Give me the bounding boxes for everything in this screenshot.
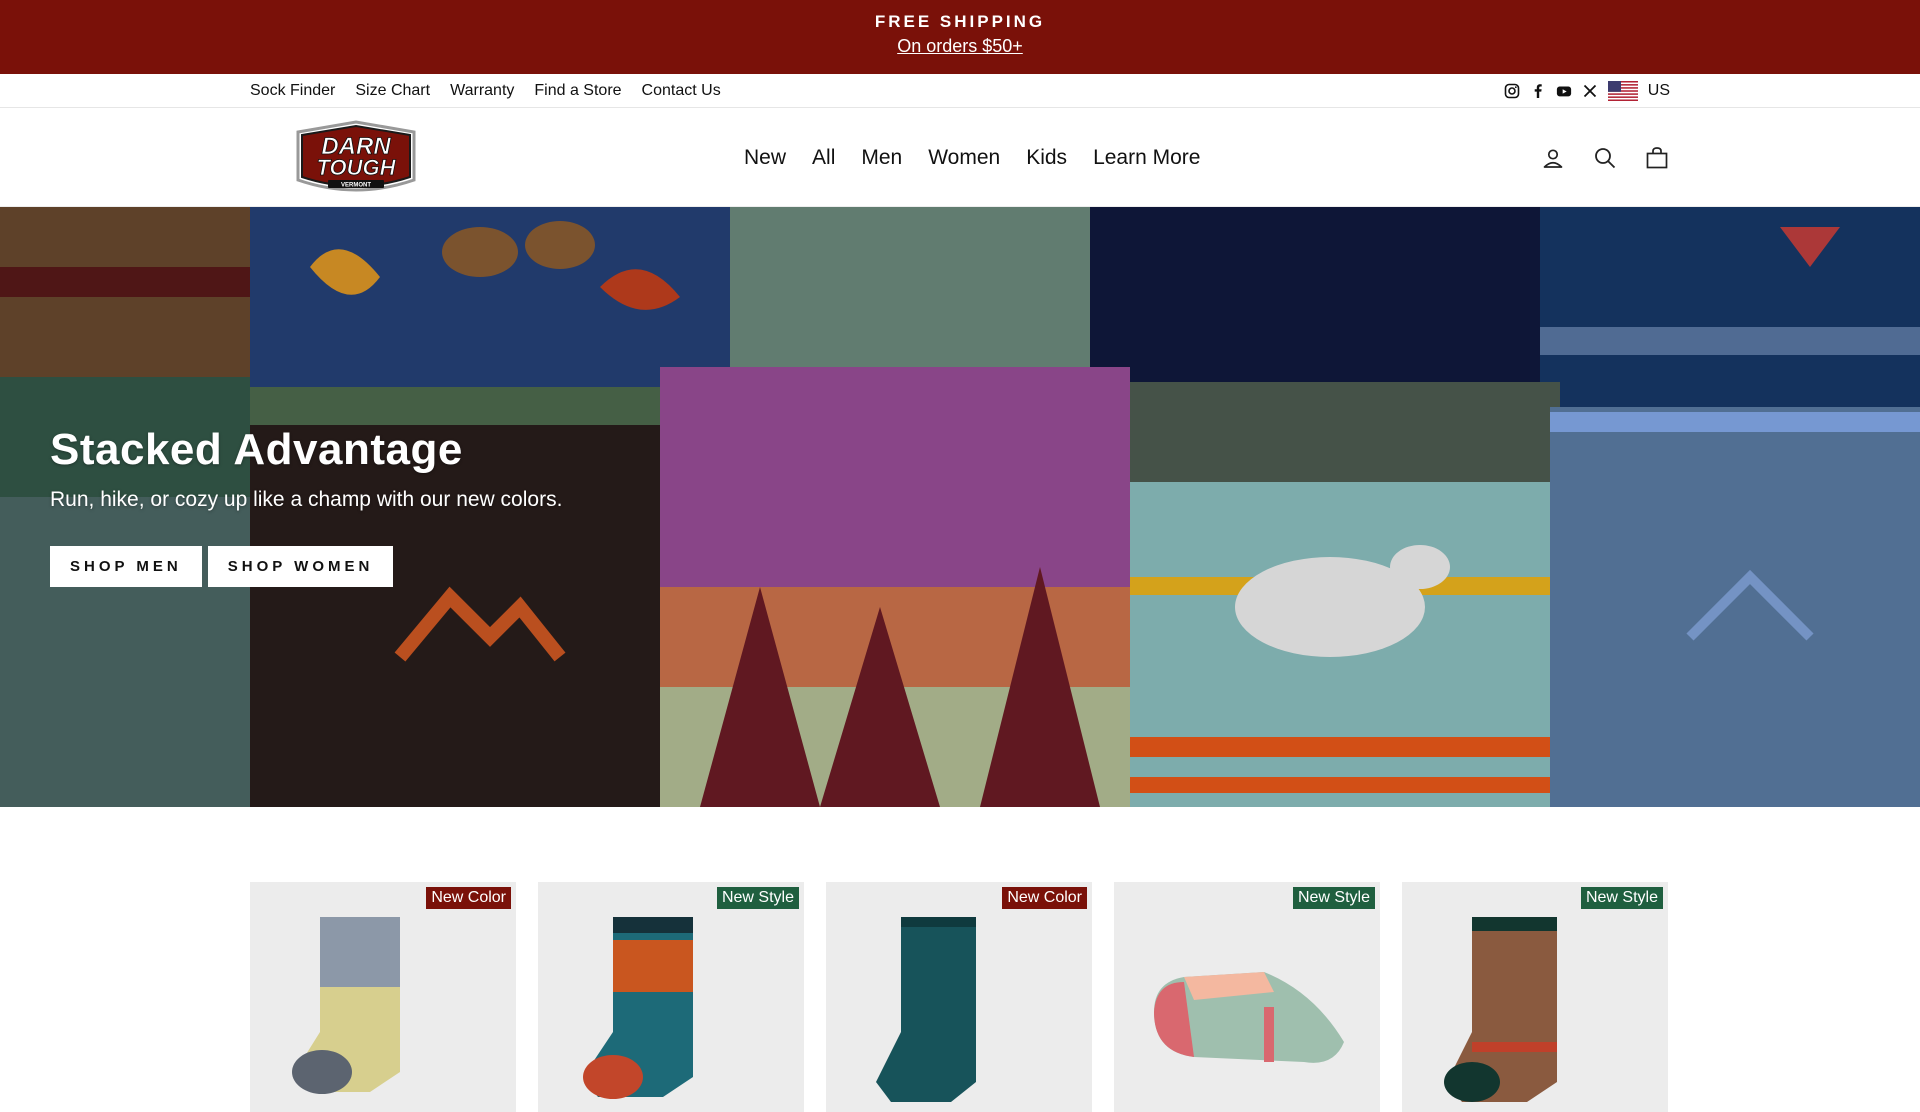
hero-buttons: SHOP MEN SHOP WOMEN	[50, 546, 394, 587]
announcement-headline: FREE SHIPPING	[874, 12, 1046, 31]
announcement-link[interactable]: On orders $50+	[0, 36, 1920, 57]
utility-links: Sock Finder Size Chart Warranty Find a S…	[250, 74, 721, 108]
util-link-size-chart[interactable]: Size Chart	[355, 82, 430, 100]
nav-new[interactable]: New	[744, 146, 786, 170]
hero-banner: Stacked Advantage Run, hike, or cozy up …	[0, 207, 1920, 807]
sock-image	[583, 917, 693, 1099]
product-grid: New Color New Style New Color New Style	[250, 882, 1670, 1112]
logo-line3: VERMONT	[341, 183, 371, 189]
hero-title: Stacked Advantage	[50, 425, 463, 474]
sock-image	[292, 917, 400, 1094]
shop-women-button[interactable]: SHOP WOMEN	[207, 546, 394, 587]
product-card[interactable]: New Style	[538, 882, 804, 1112]
main-nav: New All Men Women Kids Learn More	[744, 108, 1200, 207]
hero-subtitle: Run, hike, or cozy up like a champ with …	[50, 488, 563, 511]
account-icon[interactable]	[1540, 145, 1566, 171]
util-link-warranty[interactable]: Warranty	[450, 82, 514, 100]
search-icon[interactable]	[1592, 145, 1618, 171]
util-link-sock-finder[interactable]: Sock Finder	[250, 82, 335, 100]
product-card[interactable]: New Color	[826, 882, 1092, 1112]
instagram-icon[interactable]	[1504, 83, 1520, 99]
sock-image	[876, 917, 976, 1102]
nav-all[interactable]: All	[812, 146, 835, 170]
product-badge: New Color	[1002, 887, 1087, 909]
site-header: DARN TOUGH VERMONT New All Men Women Kid…	[0, 108, 1920, 207]
nav-learn-more[interactable]: Learn More	[1093, 146, 1200, 170]
product-badge: New Style	[1580, 887, 1663, 909]
product-card[interactable]: New Style	[1114, 882, 1380, 1112]
shop-men-button[interactable]: SHOP MEN	[50, 546, 202, 587]
nav-men[interactable]: Men	[861, 146, 902, 170]
sock-image	[1154, 972, 1344, 1063]
nav-women[interactable]: Women	[928, 146, 1000, 170]
logo-line2: TOUGH	[316, 155, 396, 180]
util-link-find-store[interactable]: Find a Store	[534, 82, 621, 100]
header-icons	[1540, 108, 1670, 207]
youtube-icon[interactable]	[1556, 83, 1572, 99]
product-badge: New Style	[716, 887, 799, 909]
country-label[interactable]: US	[1648, 82, 1670, 100]
sock-image	[1444, 917, 1557, 1102]
cart-icon[interactable]	[1644, 145, 1670, 171]
product-card[interactable]: New Style	[1402, 882, 1668, 1112]
utility-bar: Sock Finder Size Chart Warranty Find a S…	[0, 74, 1920, 108]
product-badge: New Color	[426, 887, 511, 909]
darn-tough-logo[interactable]: DARN TOUGH VERMONT	[292, 120, 420, 196]
product-card[interactable]: New Color	[250, 882, 516, 1112]
us-flag-icon[interactable]	[1607, 81, 1638, 101]
nav-kids[interactable]: Kids	[1026, 146, 1067, 170]
facebook-icon[interactable]	[1530, 83, 1546, 99]
announcement-bar: FREE SHIPPING On orders $50+	[0, 0, 1920, 74]
utility-right: US	[1504, 74, 1670, 108]
product-badge: New Style	[1292, 887, 1375, 909]
util-link-contact[interactable]: Contact Us	[642, 82, 721, 100]
x-icon[interactable]	[1582, 83, 1598, 99]
